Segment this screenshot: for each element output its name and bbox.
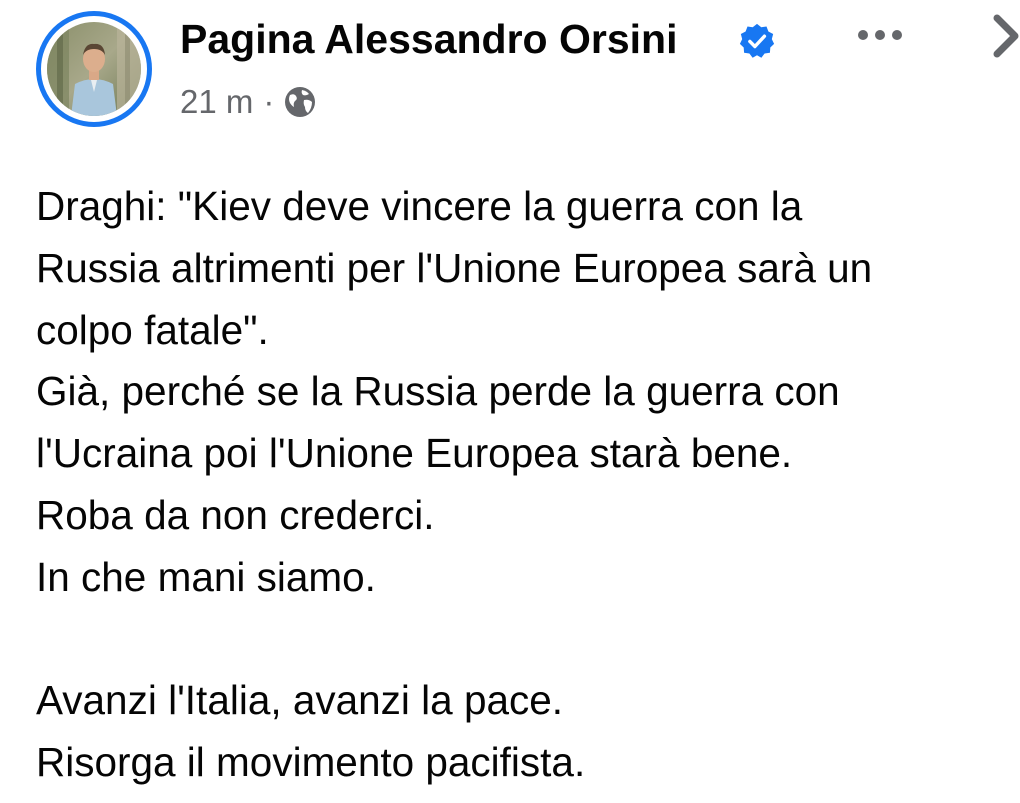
avatar [47,22,141,116]
post-body-blank-line [36,609,1020,671]
post-body-line: Avanzi l'Italia, avanzi la pace. [36,677,564,724]
post-body-line: In che mani siamo. [36,553,376,600]
post-body-line: Roba da non crederci. [36,491,435,538]
page-avatar-button[interactable] [36,11,152,127]
facebook-post: Pagina Alessandro Orsini 21 m · Draghi: … [0,0,1020,803]
post-body-text: Draghi: "Kiev deve vincere la guerra con… [36,176,1020,794]
chevron-right-icon[interactable] [990,12,1020,60]
post-body-line: l'Ucraina poi l'Unione Europea starà ben… [36,430,793,477]
profile-photo [47,22,141,116]
page-name-link[interactable]: Pagina Alessandro Orsini [180,14,677,64]
meta-separator: · [263,83,275,120]
more-options-icon[interactable] [855,22,905,48]
post-meta: 21 m · [180,82,318,122]
post-body-line: Risorga il movimento pacifista. [36,739,586,786]
post-timestamp[interactable]: 21 m [180,83,253,121]
post-body-line: Già, perché se la Russia perde la guerra… [36,368,840,415]
verified-badge-icon [739,23,775,58]
post-body-line: colpo fatale". [36,306,269,353]
globe-icon [285,87,316,117]
post-body-line: Russia altrimenti per l'Unione Europea s… [36,244,873,291]
post-body-line: Draghi: "Kiev deve vincere la guerra con… [36,183,803,229]
